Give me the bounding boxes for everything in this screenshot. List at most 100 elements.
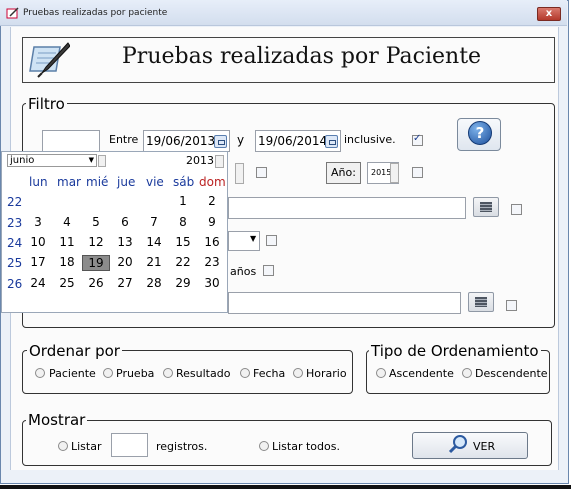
date-to-value: 19/06/2014	[258, 134, 328, 148]
ver-button[interactable]	[412, 432, 528, 459]
listar-label: Listar	[71, 440, 102, 453]
calendar-day[interactable]: 29	[169, 276, 197, 290]
radio-ascendente[interactable]	[376, 368, 386, 378]
calendar-day[interactable]: 22	[169, 255, 197, 269]
month-spinner[interactable]	[98, 155, 106, 167]
date-to-picker[interactable]: 19/06/2014	[255, 130, 341, 152]
weekday-header: sáb	[173, 175, 195, 189]
radio-label: Ascendente	[389, 367, 454, 380]
weekday-header: vie	[146, 175, 164, 189]
entre-label: Entre	[109, 133, 139, 146]
anio-checkbox[interactable]	[412, 167, 423, 178]
calendar-day[interactable]: 25	[53, 276, 81, 290]
tipo-legend: Tipo de Ordenamiento	[369, 342, 541, 360]
app-icon	[6, 7, 19, 19]
calendar-day[interactable]: 24	[24, 276, 52, 290]
radio-label: Descendente	[475, 367, 548, 380]
filter-text-field[interactable]	[42, 130, 100, 152]
radio-label: Paciente	[49, 367, 96, 380]
spinner-arrows[interactable]	[235, 163, 244, 184]
calendar-day[interactable]: 6	[111, 215, 139, 229]
row5-checkbox[interactable]	[263, 265, 274, 276]
calendar-day[interactable]: 27	[111, 276, 139, 290]
anios-label: años	[230, 265, 257, 278]
weekday-header: mié	[86, 175, 109, 189]
weekday-header: lun	[29, 175, 48, 189]
calendar-day[interactable]: 12	[82, 235, 110, 249]
inclusive-label: inclusive.	[344, 133, 396, 146]
year-spinner[interactable]	[215, 155, 224, 168]
calendar-day-selected[interactable]: 19	[82, 255, 110, 271]
radio-fecha[interactable]	[240, 368, 250, 378]
calendar-day[interactable]: 23	[198, 255, 226, 269]
week-number: 26	[7, 277, 23, 291]
row4-checkbox[interactable]	[266, 235, 277, 246]
row2-checkbox[interactable]	[256, 167, 267, 178]
calendar-dropdown-icon[interactable]	[325, 135, 338, 148]
notepad-pen-icon	[29, 42, 70, 78]
radio-label: Prueba	[116, 367, 155, 380]
magnifier-icon	[448, 435, 467, 454]
search-grid-button[interactable]	[468, 292, 494, 312]
radio-listar[interactable]	[58, 441, 68, 451]
page-title: Pruebas realizadas por Paciente	[122, 44, 482, 69]
radio-label: Horario	[306, 367, 347, 380]
calendar-day[interactable]: 18	[53, 255, 81, 269]
calendar-day[interactable]: 28	[140, 276, 168, 290]
radio-label: Resultado	[176, 367, 231, 380]
weekday-header: jue	[117, 175, 136, 189]
calendar-day[interactable]: 4	[53, 215, 81, 229]
calendar-day[interactable]: 2	[198, 194, 226, 208]
row3-text-field[interactable]	[228, 197, 466, 219]
week-number: 25	[7, 256, 23, 270]
date-from-value: 19/06/2013	[146, 134, 216, 148]
registros-count-input[interactable]	[111, 433, 148, 457]
radio-resultado[interactable]	[163, 368, 173, 378]
radio-prueba[interactable]	[103, 368, 113, 378]
y-label: y	[237, 133, 245, 147]
inclusive-checkbox[interactable]	[412, 133, 423, 146]
calendar-day[interactable]: 14	[140, 235, 168, 249]
week-number: 23	[7, 216, 23, 230]
weekday-header: dom	[199, 175, 226, 189]
calendar-day[interactable]: 15	[169, 235, 197, 249]
weekday-header: mar	[57, 175, 81, 189]
radio-listar-todos[interactable]	[259, 441, 269, 451]
ver-label: VER	[473, 440, 496, 453]
row6-checkbox[interactable]	[506, 300, 517, 311]
bottom-border	[0, 485, 571, 489]
calendar-day[interactable]: 11	[53, 235, 81, 249]
window-title: Pruebas realizadas por paciente	[23, 8, 168, 18]
calendar-day[interactable]: 30	[198, 276, 226, 290]
date-from-picker[interactable]: 19/06/2013	[143, 130, 230, 152]
calendar-day[interactable]: 9	[198, 215, 226, 229]
help-icon: ?	[468, 121, 492, 145]
calendar-day[interactable]: 7	[140, 215, 168, 229]
year-value[interactable]: 2013	[186, 154, 214, 167]
calendar-day[interactable]: 3	[24, 215, 52, 229]
chevron-down-icon[interactable]: ▼	[250, 234, 256, 243]
radio-horario[interactable]	[293, 368, 303, 378]
radio-descendente[interactable]	[462, 368, 472, 378]
radio-paciente[interactable]	[35, 368, 45, 378]
row6-text-field[interactable]	[228, 292, 461, 314]
calendar-day[interactable]: 1	[169, 194, 197, 208]
ordenar-legend: Ordenar por	[27, 342, 122, 360]
calendar-day[interactable]: 8	[169, 215, 197, 229]
calendar-day[interactable]: 26	[82, 276, 110, 290]
calendar-day[interactable]: 16	[198, 235, 226, 249]
calendar-dropdown-icon[interactable]	[214, 135, 227, 148]
calendar-day[interactable]: 17	[24, 255, 52, 269]
search-grid-button[interactable]	[473, 197, 499, 217]
anio-spinner[interactable]	[390, 163, 399, 183]
calendar-day[interactable]: 20	[111, 255, 139, 269]
row3-checkbox[interactable]	[511, 204, 522, 215]
mostrar-legend: Mostrar	[26, 411, 88, 429]
filter-legend: Filtro	[26, 95, 67, 113]
calendar-day[interactable]: 21	[140, 255, 168, 269]
calendar-day[interactable]: 10	[24, 235, 52, 249]
month-select[interactable]: junio	[7, 154, 97, 167]
calendar-day[interactable]: 13	[111, 235, 139, 249]
close-button[interactable]: x	[537, 7, 561, 21]
calendar-day[interactable]: 5	[82, 215, 110, 229]
